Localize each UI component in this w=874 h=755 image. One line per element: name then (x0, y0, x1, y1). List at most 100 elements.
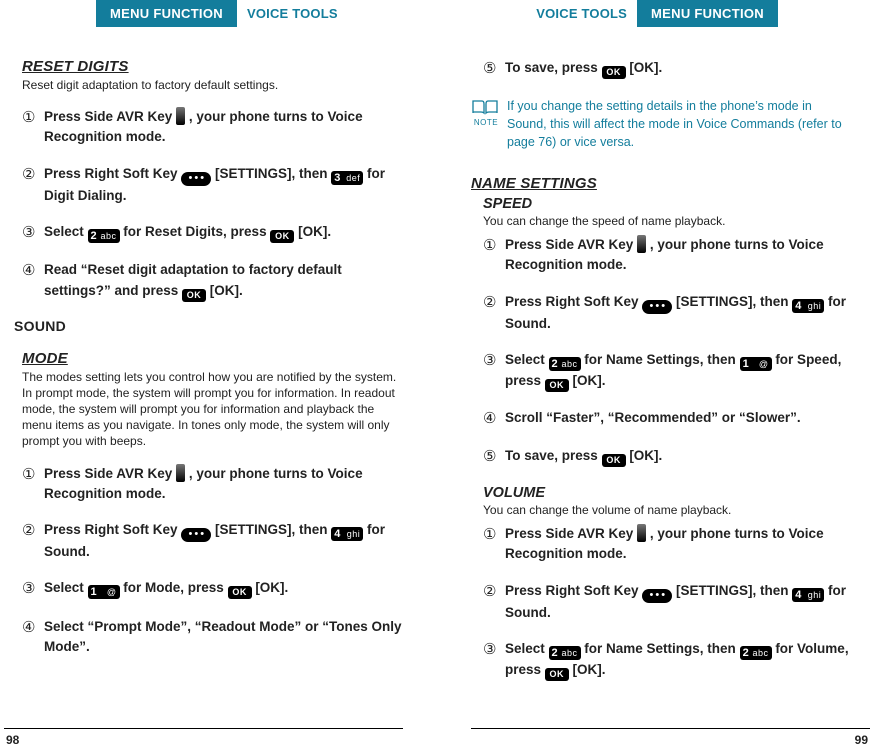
key-2-icon: 2abc (740, 646, 772, 660)
step-number: ② (483, 581, 505, 604)
speed-heading: SPEED (483, 196, 852, 212)
text: [OK]. (626, 60, 663, 75)
ok-key-icon: OK (602, 66, 626, 79)
step-text: Select 2abc for Reset Digits, press OK [… (44, 222, 403, 243)
step: ① Press Side AVR Key , your phone turns … (22, 107, 403, 148)
voice-tools-label: VOICE TOOLS (237, 0, 348, 27)
note-icon: NOTE (471, 99, 501, 129)
step-text: Press Side AVR Key , your phone turns to… (505, 524, 852, 565)
step: ③ Select 2abc for Name Settings, then 2a… (483, 639, 852, 681)
step: ① Press Side AVR Key , your phone turns … (483, 235, 852, 276)
text: Select (505, 641, 549, 656)
step-text: Press Right Soft Key ••• [SETTINGS], the… (505, 292, 852, 334)
text: Press Side AVR Key (505, 526, 637, 541)
name-settings-heading: NAME SETTINGS (471, 175, 852, 192)
text: [SETTINGS], then (672, 583, 792, 598)
step-text: To save, press OK [OK]. (505, 58, 852, 79)
step-number: ⑤ (483, 58, 505, 81)
step: ① Press Side AVR Key , your phone turns … (483, 524, 852, 565)
step-number: ③ (22, 222, 44, 245)
page-number: 98 (6, 733, 19, 747)
step-number: ① (483, 524, 505, 547)
reset-digits-heading: RESET DIGITS (22, 58, 403, 75)
step-text: Select “Prompt Mode”, “Readout Mode” or … (44, 617, 403, 658)
text: Select (505, 352, 549, 367)
ok-key-icon: OK (228, 586, 252, 599)
text: [OK]. (252, 580, 289, 595)
key-4-icon: 4ghi (331, 527, 363, 541)
step-number: ③ (483, 350, 505, 373)
step-number: ① (22, 107, 44, 130)
volume-desc: You can change the volume of name playba… (483, 502, 852, 518)
step-text: Press Side AVR Key , your phone turns to… (44, 107, 403, 148)
text: [SETTINGS], then (672, 294, 792, 309)
reset-digits-desc: Reset digit adaptation to factory defaul… (22, 77, 403, 93)
step-text: Select 2abc for Name Settings, then 1@ f… (505, 350, 852, 392)
step-text: Select 1@ for Mode, press OK [OK]. (44, 578, 403, 599)
step: ② Press Right Soft Key ••• [SETTINGS], t… (483, 292, 852, 334)
text: Press Right Soft Key (505, 583, 642, 598)
step: ② Press Right Soft Key ••• [SETTINGS], t… (22, 164, 403, 206)
text: To save, press (505, 448, 602, 463)
volume-heading: VOLUME (483, 485, 852, 501)
step: ⑤ To save, press OK [OK]. (483, 446, 852, 469)
step-number: ③ (483, 639, 505, 662)
key-1-icon: 1@ (740, 357, 772, 371)
text: Press Right Soft Key (505, 294, 642, 309)
ok-key-icon: OK (270, 230, 294, 243)
ok-key-icon: OK (602, 454, 626, 467)
step-number: ① (483, 235, 505, 258)
step-number: ④ (483, 408, 505, 431)
step-text: Scroll “Faster”, “Recommended” or “Slowe… (505, 408, 852, 428)
speed-desc: You can change the speed of name playbac… (483, 213, 852, 229)
text: Press Side AVR Key (44, 109, 176, 124)
step-number: ② (22, 520, 44, 543)
text: for Name Settings, then (581, 641, 740, 656)
step-number: ② (483, 292, 505, 315)
note-block: NOTE If you change the setting details i… (471, 97, 852, 151)
step: ⑤ To save, press OK [OK]. (483, 58, 852, 81)
note-text: If you change the setting details in the… (507, 97, 852, 151)
step-number: ③ (22, 578, 44, 601)
text: [SETTINGS], then (211, 522, 331, 537)
step-number: ① (22, 464, 44, 487)
step-text: Press Right Soft Key ••• [SETTINGS], the… (44, 164, 403, 206)
text: [OK]. (626, 448, 663, 463)
text: Press Right Soft Key (44, 522, 181, 537)
text: for Name Settings, then (581, 352, 740, 367)
step-text: Select 2abc for Name Settings, then 2abc… (505, 639, 852, 681)
right-soft-key-icon: ••• (642, 589, 672, 603)
step: ② Press Right Soft Key ••• [SETTINGS], t… (483, 581, 852, 623)
step-text: Read “Reset digit adaptation to factory … (44, 260, 403, 301)
note-label: NOTE (471, 117, 501, 129)
ok-key-icon: OK (545, 668, 569, 681)
text: Press Side AVR Key (44, 466, 176, 481)
step-text: Press Side AVR Key , your phone turns to… (44, 464, 403, 505)
side-avr-key-icon (176, 464, 185, 482)
text: Press Side AVR Key (505, 237, 637, 252)
menu-function-tab: MENU FUNCTION (637, 0, 778, 27)
step-text: Press Right Soft Key ••• [SETTINGS], the… (44, 520, 403, 562)
sound-heading: SOUND (14, 318, 403, 334)
key-1-icon: 1@ (88, 585, 120, 599)
step-number: ④ (22, 260, 44, 283)
text: [OK]. (294, 224, 331, 239)
step: ① Press Side AVR Key , your phone turns … (22, 464, 403, 505)
step-text: Press Right Soft Key ••• [SETTINGS], the… (505, 581, 852, 623)
text: Select (44, 580, 88, 595)
right-soft-key-icon: ••• (181, 528, 211, 542)
text: for Reset Digits, press (120, 224, 271, 239)
step-number: ② (22, 164, 44, 187)
key-4-icon: 4ghi (792, 299, 824, 313)
key-4-icon: 4ghi (792, 588, 824, 602)
ok-key-icon: OK (545, 379, 569, 392)
step: ③ Select 2abc for Reset Digits, press OK… (22, 222, 403, 245)
text: To save, press (505, 60, 602, 75)
side-avr-key-icon (637, 235, 646, 253)
right-soft-key-icon: ••• (642, 300, 672, 314)
text: Select (44, 224, 88, 239)
step: ③ Select 2abc for Name Settings, then 1@… (483, 350, 852, 392)
page-number: 99 (855, 733, 868, 747)
menu-function-tab: MENU FUNCTION (96, 0, 237, 27)
mode-desc: The modes setting lets you control how y… (22, 369, 403, 450)
